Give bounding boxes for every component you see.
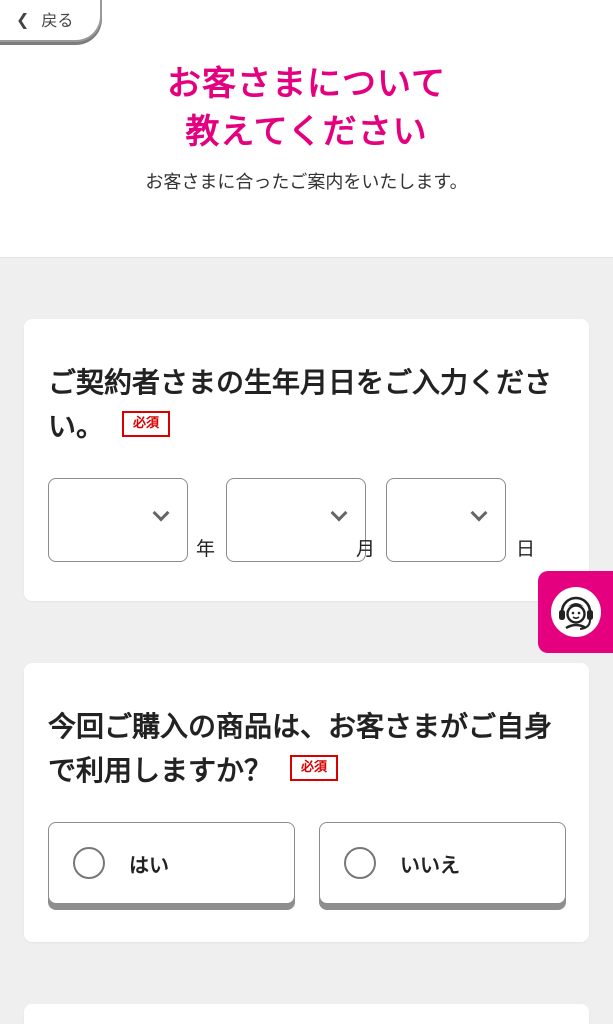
page-title-line-1: お客さまについて [167, 64, 446, 104]
radio-label-yes: はい [129, 852, 169, 877]
page-title-line-2: 教えてください [185, 112, 428, 152]
chevron-down-icon [152, 504, 170, 522]
birthdate-card: ご契約者さまの生年月日をご入力ください。 必須 年 月 日 [24, 319, 589, 601]
page: ❮ 戻る お客さまについて 教えてください お客さまに合ったご案内をいたします。… [0, 0, 613, 1024]
radio-circle-icon [73, 847, 105, 879]
page-subtitle: お客さまに合ったご案内をいたします。 [145, 172, 468, 193]
required-badge: 必須 [122, 411, 171, 437]
radio-option-yes[interactable]: はい [48, 822, 295, 904]
required-badge: 必須 [290, 755, 339, 781]
radio-option-no[interactable]: いいえ [319, 822, 566, 904]
month-select[interactable] [226, 478, 366, 562]
radio-circle-icon [344, 847, 376, 879]
back-button[interactable]: ❮ 戻る [0, 0, 102, 42]
month-unit: 月 [356, 538, 376, 560]
chevron-down-icon [330, 504, 348, 522]
back-label: 戻る [41, 11, 74, 30]
day-select[interactable] [386, 478, 506, 562]
header: ❮ 戻る お客さまについて 教えてください お客さまに合ったご案内をいたします。 [0, 0, 613, 257]
self-use-question: 今回ご購入の商品は、お客さまがご自身で利用しますか？ 必須 [48, 705, 568, 793]
next-question-card [24, 1004, 589, 1024]
chevron-left-icon: ❮ [16, 9, 30, 29]
support-chat-button[interactable] [538, 571, 613, 653]
radio-label-no: いいえ [400, 852, 460, 877]
year-unit: 年 [196, 538, 216, 560]
birthdate-question: ご契約者さまの生年月日をご入力ください。 必須 [48, 361, 568, 449]
self-use-card: 今回ご購入の商品は、お客さまがご自身で利用しますか？ 必須 はい いいえ [24, 663, 589, 942]
day-unit: 日 [516, 538, 536, 560]
page-title: お客さまについて 教えてください [0, 60, 613, 156]
operator-headset-icon [550, 587, 601, 637]
chevron-down-icon [470, 504, 488, 522]
year-select[interactable] [48, 478, 188, 562]
